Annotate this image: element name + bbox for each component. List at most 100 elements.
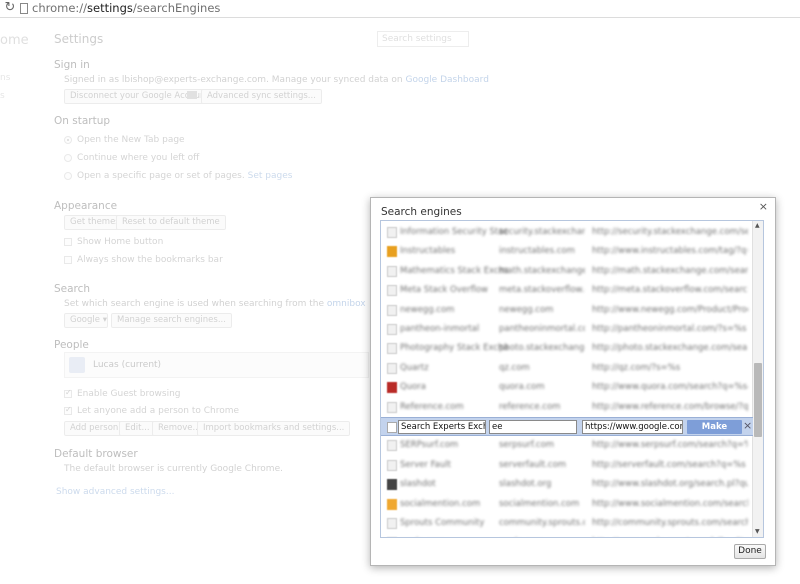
favicon-icon (387, 343, 397, 355)
engine-name-input[interactable]: Search Experts Exchange W (398, 420, 486, 434)
favicon-icon (387, 265, 397, 277)
search-engine-row[interactable]: Information Security Stack...security.st… (381, 223, 753, 242)
default-browser-heading: Default browser (54, 448, 138, 460)
favicon-icon (387, 304, 397, 316)
nav-extensions-label: ns (0, 73, 11, 83)
favicon-icon (387, 440, 397, 452)
search-text-body: Set which search engine is used when sea… (64, 299, 327, 309)
search-engine-row[interactable]: Quora quora.com http://www.quora.com/searc… (381, 378, 753, 397)
make-default-button[interactable]: Make default (687, 420, 742, 446)
import-bookmarks-button[interactable]: Import bookmarks and settings... (197, 421, 351, 436)
settings-search-input[interactable]: Search settings (377, 31, 469, 47)
google-dashboard-link[interactable]: Google Dashboard (405, 75, 488, 85)
engine-name: Quora (400, 382, 426, 393)
scrollbar[interactable]: ▲ ▼ (752, 221, 763, 537)
search-engine-row[interactable]: Instructables instructables.com http://www… (381, 242, 753, 261)
favicon-icon (387, 324, 397, 335)
search-engine-select[interactable]: Google ▾ (64, 313, 108, 328)
engine-url: http://qz.com/?s=%s (592, 362, 681, 373)
search-engine-row[interactable]: SERPsurf.com serpsurf.com http://www.serps… (381, 436, 753, 455)
engine-url: http://security.stackexchange.com/search… (592, 227, 748, 237)
reload-icon[interactable]: ↻ (3, 1, 17, 15)
engine-url: http://www.socialmention.com/search?q= (592, 498, 748, 509)
engine-name: slashdot (400, 479, 436, 490)
search-engine-list[interactable]: ▲ ▼ Information Security Stack...securit… (380, 220, 764, 538)
scroll-thumb[interactable] (754, 363, 762, 437)
search-engine-row[interactable]: Server Fault serverfault.com http://server… (381, 456, 753, 475)
signin-text-body: Signed in as lbishop@experts-exchange.co… (64, 75, 406, 85)
search-engine-row-editing[interactable]: Search Experts Exchange Wee https://www.g… (381, 417, 753, 446)
search-engine-row[interactable]: Reference.com reference.com http://www.ref… (381, 398, 753, 417)
engine-url: http://www.instructables.com/tag/?q=%s&l… (592, 246, 748, 257)
engine-name: Sprouts Community (400, 518, 485, 528)
engine-keyword-input[interactable]: ee (489, 420, 577, 434)
disconnect-account-button[interactable]: Disconnect your Google Account... (64, 89, 223, 104)
engine-url: http://math.stackexchange.com/search?q=%… (592, 265, 748, 276)
add-person-checkbox[interactable] (64, 405, 72, 415)
url-host: settings (87, 1, 133, 15)
address-bar[interactable]: ↻ chrome://settings/searchEngines (0, 0, 800, 18)
manage-search-engines-button[interactable]: Manage search engines... (111, 313, 232, 328)
startup-continue-radio[interactable] (64, 154, 72, 162)
edit-person-button[interactable]: Edit... (119, 421, 156, 436)
done-button[interactable]: Done (734, 544, 766, 559)
bookmarks-bar-label: Always show the bookmarks bar (77, 255, 223, 265)
search-engine-row[interactable]: Mathematics Stack Excha... math.stackexch… (381, 262, 753, 281)
search-engine-row[interactable]: Photography Stack Excha... photo.stackexc… (381, 339, 753, 358)
startup-specific-label: Open a specific page or set of pages. Se… (77, 171, 292, 181)
engine-name: newegg.com (400, 304, 455, 315)
search-engine-row[interactable]: apple.comapple.com http://www.apple.com/s… (381, 533, 753, 538)
engine-url: http://www.serpsurf.com/search?q=%s (592, 440, 748, 451)
startup-heading: On startup (54, 115, 111, 127)
close-icon[interactable]: × (759, 201, 768, 213)
search-engine-row[interactable]: pantheon-inmortal pantheoninmortal.com htt… (381, 320, 753, 339)
reset-theme-button[interactable]: Reset to default theme (116, 215, 226, 230)
engine-keyword: serverfault.com (499, 459, 567, 470)
engine-name: SERPsurf.com (400, 440, 459, 451)
url-text[interactable]: chrome://settings/searchEngines (32, 1, 220, 16)
omnibox-link[interactable]: omnibox (327, 299, 366, 309)
nav-chrome-label: ome (0, 33, 29, 48)
guest-browsing-checkbox[interactable] (64, 388, 72, 398)
engine-name: Mathematics Stack Excha... (400, 265, 508, 276)
engine-keyword: reference.com (499, 401, 561, 412)
page-icon (20, 3, 28, 14)
engine-keyword: serpsurf.com (499, 440, 555, 451)
engine-keyword: math.stackexchange.com (499, 265, 585, 276)
home-button-checkbox[interactable] (64, 238, 72, 246)
search-engine-row[interactable]: slashdot slashdot.org http://www.slashdot.… (381, 475, 753, 494)
engine-keyword: instructables.com (499, 246, 575, 257)
search-engine-row[interactable]: newegg.com newegg.com http://www.newegg.co… (381, 301, 753, 320)
engine-keyword: meta.stackoverflow.com (499, 285, 585, 296)
favicon-icon (387, 518, 397, 529)
startup-newtab-radio[interactable] (64, 136, 72, 144)
set-pages-link[interactable]: Set pages (248, 171, 293, 181)
favicon-icon (387, 401, 397, 413)
startup-specific-radio[interactable] (64, 172, 72, 180)
favicon-icon (387, 246, 397, 258)
remove-engine-icon[interactable]: × (743, 419, 752, 433)
engine-keyword: pantheoninmortal.com (499, 324, 585, 334)
bookmarks-bar-checkbox[interactable] (64, 256, 72, 264)
show-advanced-link[interactable]: Show advanced settings... (56, 487, 174, 497)
scroll-down-icon[interactable]: ▼ (755, 529, 760, 535)
favicon-icon (387, 285, 397, 297)
search-engine-row[interactable]: Sprouts Community community.sprouts.com ht… (381, 514, 753, 533)
engine-name: Quartz (400, 362, 429, 373)
search-engine-row[interactable]: Meta Stack Overflow meta.stackoverflow.co… (381, 281, 753, 300)
profile-name: Lucas (current) (93, 360, 162, 370)
engine-url: http://www.apple.com/search/?q=%s (592, 537, 748, 538)
favicon-icon (387, 479, 397, 491)
engine-url-input[interactable]: https://www.google.com/#q=% (582, 420, 683, 434)
search-engine-row[interactable]: Quartz qz.com http://qz.com/?s=%s (381, 359, 753, 378)
engine-url: http://www.quora.com/search?q=%s&type= (592, 382, 748, 393)
folder-icon (187, 91, 197, 99)
search-engine-row[interactable]: socialmention.com socialmention.com http:/… (381, 495, 753, 514)
engine-keyword: socialmention.com (499, 498, 580, 509)
default-browser-text: The default browser is currently Google … (64, 464, 283, 474)
advanced-sync-button[interactable]: Advanced sync settings... (201, 89, 322, 104)
favicon-icon (387, 227, 397, 238)
profile-list-item[interactable]: Lucas (current) (64, 352, 369, 378)
signin-text: Signed in as lbishop@experts-exchange.co… (64, 75, 489, 85)
scroll-up-icon[interactable]: ▲ (755, 223, 760, 229)
